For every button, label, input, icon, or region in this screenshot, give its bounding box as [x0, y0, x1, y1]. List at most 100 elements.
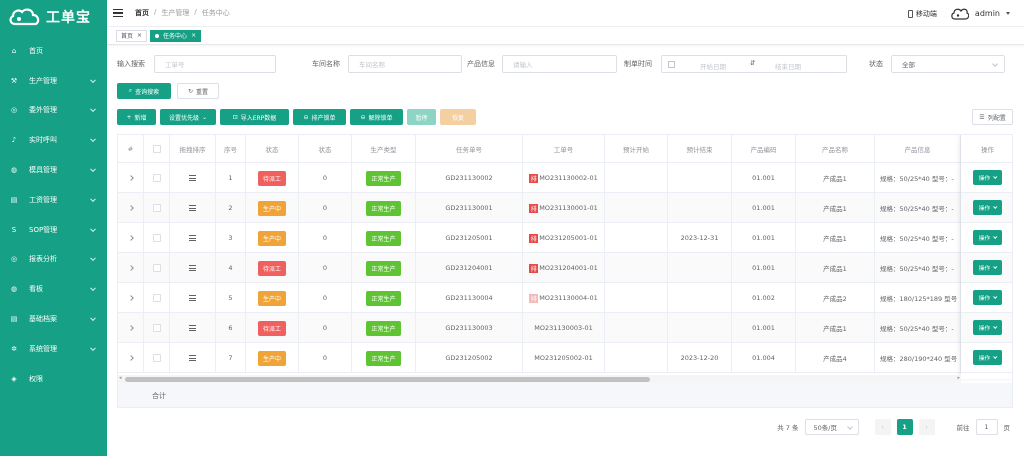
sidebar-item-10[interactable]: ✲ 系统管理 — [0, 334, 107, 364]
expand-icon[interactable] — [127, 235, 134, 241]
end-date-input[interactable]: 结束日期 — [775, 61, 801, 71]
mobile-link[interactable]: 移动端 — [907, 9, 937, 19]
select-cell[interactable] — [144, 343, 170, 373]
table-row[interactable]: 5 生产中 0 正常生产 GD231130004 排 MO231130004-01 01.00… — [118, 283, 1012, 313]
order-no-input[interactable]: 工单号 — [154, 55, 276, 73]
select-cell[interactable] — [144, 223, 170, 253]
drag-handle-icon[interactable] — [189, 235, 196, 241]
operation-dropdown-button[interactable]: 操作 — [972, 230, 1003, 245]
expand-icon[interactable] — [127, 265, 134, 271]
breadcrumb-home[interactable]: 首页 — [135, 8, 149, 18]
close-icon[interactable]: × — [137, 32, 142, 39]
sidebar-item-1[interactable]: ⚒ 生产管理 — [0, 66, 107, 96]
expand-icon[interactable] — [127, 295, 134, 301]
resume-button[interactable]: 恢复 — [440, 109, 476, 125]
user-menu[interactable]: admin — [951, 8, 1010, 20]
drag-handle-icon[interactable] — [189, 205, 196, 211]
table-row[interactable]: 6 待派工 0 正常生产 GD231130003 MO231130003-01 01.001… — [118, 313, 1012, 343]
col-select-header[interactable] — [144, 135, 170, 163]
reset-button[interactable]: ↻ 重置 — [177, 83, 219, 99]
jump-page-input[interactable]: 1 — [975, 419, 998, 435]
drag-handle-icon[interactable] — [189, 295, 196, 301]
drag-handle-icon[interactable] — [189, 265, 196, 271]
select-cell[interactable] — [144, 163, 170, 193]
select-cell[interactable] — [144, 193, 170, 223]
row-checkbox[interactable] — [152, 174, 161, 182]
unlock-button[interactable]: ⊖ 解除锁单 — [350, 109, 403, 125]
drag-cell[interactable] — [170, 313, 216, 343]
sidebar-item-5[interactable]: ▤ 工资管理 — [0, 185, 107, 215]
scroll-left-icon[interactable]: ◂ — [119, 375, 122, 381]
row-checkbox[interactable] — [152, 324, 161, 332]
sidebar-item-2[interactable]: ◎ 委外管理 — [0, 96, 107, 126]
operation-dropdown-button[interactable]: 操作 — [972, 200, 1003, 215]
table-row[interactable]: 3 生产中 0 正常生产 GD231205001 排 MO231205001-01 2023-… — [118, 223, 1012, 253]
page-size-select[interactable]: 50条/页 — [804, 419, 859, 435]
expand-cell[interactable] — [118, 253, 144, 283]
scroll-right-icon[interactable]: ▸ — [957, 375, 960, 381]
row-checkbox[interactable] — [152, 294, 161, 302]
operation-dropdown-button[interactable]: 操作 — [972, 260, 1003, 275]
column-config-button[interactable]: ☰ 列配置 — [972, 109, 1013, 125]
drag-cell[interactable] — [170, 343, 216, 373]
start-date-input[interactable]: 开始日期 — [700, 61, 726, 71]
priority-button[interactable]: 设置优先级 ⌄ — [160, 109, 216, 125]
sidebar-item-4[interactable]: ◍ 模具管理 — [0, 155, 107, 185]
expand-icon[interactable] — [127, 175, 134, 181]
tag-home[interactable]: 首页 × — [116, 29, 148, 42]
close-icon[interactable]: × — [191, 32, 196, 39]
hamburger-icon[interactable] — [113, 8, 123, 18]
query-button[interactable]: ⌕ 查询搜索 — [117, 83, 171, 99]
table-row[interactable]: 1 待派工 0 正常生产 GD231130002 排 MO231130002-01 01.00… — [118, 163, 1012, 193]
sidebar-item-7[interactable]: ◎ 报表分析 — [0, 245, 107, 275]
select-cell[interactable] — [144, 253, 170, 283]
expand-cell[interactable] — [118, 163, 144, 193]
drag-cell[interactable] — [170, 283, 216, 313]
status-select[interactable]: 全部 — [891, 55, 1005, 73]
select-cell[interactable] — [144, 313, 170, 343]
product-input[interactable]: 请输入 — [502, 55, 617, 73]
date-range-picker[interactable]: 开始日期 ⇵ 结束日期 — [661, 55, 847, 73]
add-button[interactable]: + 新增 — [117, 109, 156, 125]
sidebar-item-11[interactable]: ◈ 权限 — [0, 364, 107, 394]
next-page-button[interactable]: › — [918, 419, 935, 435]
table-row[interactable]: 2 生产中 0 正常生产 GD231130001 排 MO231130001-01 01.00… — [118, 193, 1012, 223]
logo[interactable]: 工单宝 — [0, 0, 107, 34]
table-row[interactable]: 4 待派工 0 正常生产 GD231204001 排 MO231204001-01 01.00… — [118, 253, 1012, 283]
sidebar-item-8[interactable]: ◍ 看板 — [0, 274, 107, 304]
expand-icon[interactable] — [127, 355, 134, 361]
drag-cell[interactable] — [170, 163, 216, 193]
sidebar-item-6[interactable]: S SOP管理 — [0, 215, 107, 245]
table-row[interactable]: 7 生产中 0 正常生产 GD231205002 MO231205002-01 2023-1… — [118, 343, 1012, 373]
select-cell[interactable] — [144, 283, 170, 313]
scroll-thumb[interactable] — [125, 377, 650, 382]
operation-dropdown-button[interactable]: 操作 — [972, 170, 1003, 185]
expand-cell[interactable] — [118, 283, 144, 313]
expand-cell[interactable] — [118, 223, 144, 253]
drag-handle-icon[interactable] — [189, 325, 196, 331]
expand-icon[interactable] — [127, 205, 134, 211]
drag-cell[interactable] — [170, 193, 216, 223]
expand-cell[interactable] — [118, 343, 144, 373]
row-checkbox[interactable] — [152, 204, 161, 212]
drag-cell[interactable] — [170, 253, 216, 283]
drag-handle-icon[interactable] — [189, 175, 196, 181]
horizontal-scrollbar[interactable]: ◂ ▸ — [118, 375, 961, 383]
drag-handle-icon[interactable] — [189, 355, 196, 361]
workshop-input[interactable]: 车间名称 — [348, 55, 462, 73]
expand-cell[interactable] — [118, 193, 144, 223]
select-all-checkbox[interactable] — [152, 145, 161, 153]
operation-dropdown-button[interactable]: 操作 — [972, 290, 1003, 305]
expand-icon[interactable] — [127, 325, 134, 331]
operation-dropdown-button[interactable]: 操作 — [972, 350, 1003, 365]
lock-button[interactable]: ⊖ 排产锁单 — [293, 109, 346, 125]
row-checkbox[interactable] — [152, 264, 161, 272]
operation-dropdown-button[interactable]: 操作 — [972, 320, 1003, 335]
page-1-button[interactable]: 1 — [896, 419, 913, 435]
tag-task-center[interactable]: 任务中心 × — [150, 29, 202, 42]
prev-page-button[interactable]: ‹ — [874, 419, 891, 435]
expand-cell[interactable] — [118, 313, 144, 343]
row-checkbox[interactable] — [152, 234, 161, 242]
sidebar-item-9[interactable]: ▤ 基础档案 — [0, 304, 107, 334]
sidebar-item-0[interactable]: ⌂ 首页 — [0, 36, 107, 66]
